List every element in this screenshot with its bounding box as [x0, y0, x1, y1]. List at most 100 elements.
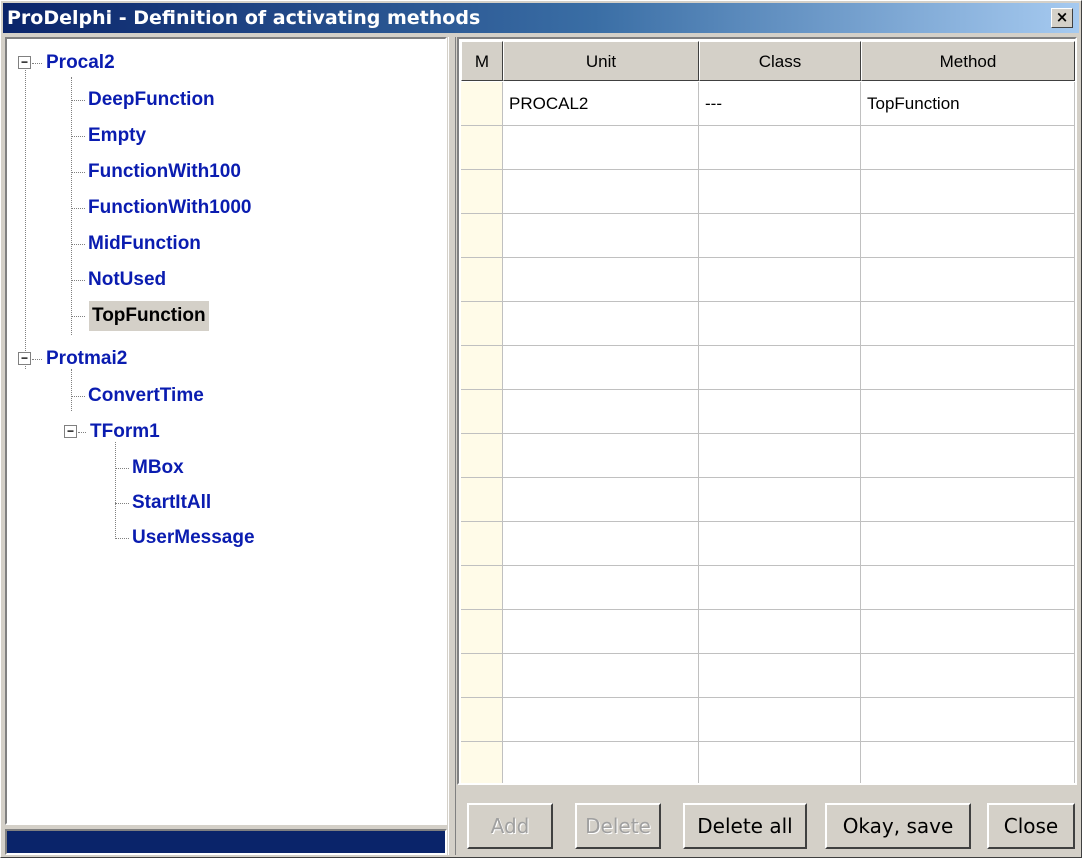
- cell-m[interactable]: [461, 522, 503, 566]
- panel-splitter[interactable]: [448, 37, 456, 855]
- cell-method[interactable]: [861, 566, 1075, 610]
- table-row[interactable]: [459, 302, 1075, 346]
- cell-class[interactable]: [699, 742, 861, 783]
- table-row[interactable]: [459, 698, 1075, 742]
- table-row[interactable]: [459, 566, 1075, 610]
- cell-method[interactable]: [861, 522, 1075, 566]
- cell-method[interactable]: [861, 698, 1075, 742]
- column-header-unit[interactable]: Unit: [503, 41, 699, 81]
- tree-method-topfunction[interactable]: TopFunction: [89, 301, 209, 331]
- tree-method-functionwith1000[interactable]: FunctionWith1000: [85, 193, 254, 223]
- cell-method[interactable]: [861, 170, 1075, 214]
- cell-class[interactable]: [699, 434, 861, 478]
- table-row[interactable]: [459, 522, 1075, 566]
- cell-unit[interactable]: PROCAL2: [503, 82, 699, 126]
- cell-class[interactable]: [699, 214, 861, 258]
- window-close-icon[interactable]: ×: [1051, 8, 1073, 28]
- activating-methods-grid[interactable]: M Unit Class Method PROCAL2 --- TopFunctio…: [457, 37, 1077, 785]
- cell-method[interactable]: [861, 258, 1075, 302]
- cell-unit[interactable]: [503, 742, 699, 783]
- cell-m[interactable]: [461, 346, 503, 390]
- delete-all-button[interactable]: Delete all: [683, 803, 807, 849]
- cell-class[interactable]: [699, 698, 861, 742]
- tree-method-converttime[interactable]: ConvertTime: [85, 381, 207, 411]
- cell-unit[interactable]: [503, 214, 699, 258]
- cell-class[interactable]: ---: [699, 82, 861, 126]
- cell-class[interactable]: [699, 170, 861, 214]
- tree-method-startitall[interactable]: StartItAll: [129, 488, 214, 518]
- table-row[interactable]: [459, 346, 1075, 390]
- tree-unit-procal2[interactable]: Procal2: [43, 48, 118, 78]
- tree-method-mbox[interactable]: MBox: [129, 453, 187, 483]
- cell-m[interactable]: [461, 566, 503, 610]
- cell-unit[interactable]: [503, 346, 699, 390]
- cell-unit[interactable]: [503, 126, 699, 170]
- cell-m[interactable]: [461, 258, 503, 302]
- cell-method[interactable]: [861, 126, 1075, 170]
- tree-method-notused[interactable]: NotUsed: [85, 265, 169, 295]
- table-row[interactable]: [459, 214, 1075, 258]
- tree-method-deepfunction[interactable]: DeepFunction: [85, 85, 218, 115]
- column-header-m[interactable]: M: [461, 41, 503, 81]
- cell-method[interactable]: TopFunction: [861, 82, 1075, 126]
- table-row[interactable]: PROCAL2 --- TopFunction: [459, 82, 1075, 126]
- cell-m[interactable]: [461, 126, 503, 170]
- column-header-method[interactable]: Method: [861, 41, 1075, 81]
- table-row[interactable]: [459, 654, 1075, 698]
- cell-unit[interactable]: [503, 258, 699, 302]
- cell-class[interactable]: [699, 126, 861, 170]
- collapse-procal2-icon[interactable]: −: [18, 56, 31, 69]
- cell-m[interactable]: [461, 742, 503, 783]
- cell-m[interactable]: [461, 434, 503, 478]
- cell-class[interactable]: [699, 610, 861, 654]
- table-row[interactable]: [459, 478, 1075, 522]
- cell-unit[interactable]: [503, 610, 699, 654]
- cell-method[interactable]: [861, 654, 1075, 698]
- cell-unit[interactable]: [503, 698, 699, 742]
- cell-unit[interactable]: [503, 478, 699, 522]
- cell-method[interactable]: [861, 434, 1075, 478]
- cell-class[interactable]: [699, 390, 861, 434]
- cell-unit[interactable]: [503, 170, 699, 214]
- tree-class-tform1[interactable]: TForm1: [87, 417, 163, 447]
- cell-class[interactable]: [699, 258, 861, 302]
- cell-m[interactable]: [461, 654, 503, 698]
- tree-method-midfunction[interactable]: MidFunction: [85, 229, 204, 259]
- add-button[interactable]: Add: [467, 803, 553, 849]
- cell-class[interactable]: [699, 566, 861, 610]
- cell-unit[interactable]: [503, 434, 699, 478]
- cell-method[interactable]: [861, 346, 1075, 390]
- table-row[interactable]: [459, 434, 1075, 478]
- cell-unit[interactable]: [503, 654, 699, 698]
- table-row[interactable]: [459, 170, 1075, 214]
- cell-m[interactable]: [461, 214, 503, 258]
- cell-m[interactable]: [461, 610, 503, 654]
- tree-method-functionwith100[interactable]: FunctionWith100: [85, 157, 244, 187]
- cell-class[interactable]: [699, 522, 861, 566]
- collapse-protmai2-icon[interactable]: −: [18, 352, 31, 365]
- delete-button[interactable]: Delete: [575, 803, 661, 849]
- table-row[interactable]: [459, 390, 1075, 434]
- cell-method[interactable]: [861, 302, 1075, 346]
- column-header-class[interactable]: Class: [699, 41, 861, 81]
- cell-m[interactable]: [461, 82, 503, 126]
- close-button[interactable]: Close: [987, 803, 1075, 849]
- cell-m[interactable]: [461, 478, 503, 522]
- table-row[interactable]: [459, 258, 1075, 302]
- cell-m[interactable]: [461, 302, 503, 346]
- cell-m[interactable]: [461, 698, 503, 742]
- cell-method[interactable]: [861, 610, 1075, 654]
- cell-m[interactable]: [461, 170, 503, 214]
- cell-unit[interactable]: [503, 390, 699, 434]
- tree-method-empty[interactable]: Empty: [85, 121, 149, 151]
- tree-method-usermessage[interactable]: UserMessage: [129, 523, 258, 553]
- cell-class[interactable]: [699, 302, 861, 346]
- cell-unit[interactable]: [503, 566, 699, 610]
- cell-method[interactable]: [861, 478, 1075, 522]
- cell-class[interactable]: [699, 346, 861, 390]
- okay-save-button[interactable]: Okay, save: [825, 803, 971, 849]
- cell-class[interactable]: [699, 478, 861, 522]
- table-row[interactable]: [459, 610, 1075, 654]
- table-row[interactable]: [459, 742, 1075, 783]
- cell-method[interactable]: [861, 214, 1075, 258]
